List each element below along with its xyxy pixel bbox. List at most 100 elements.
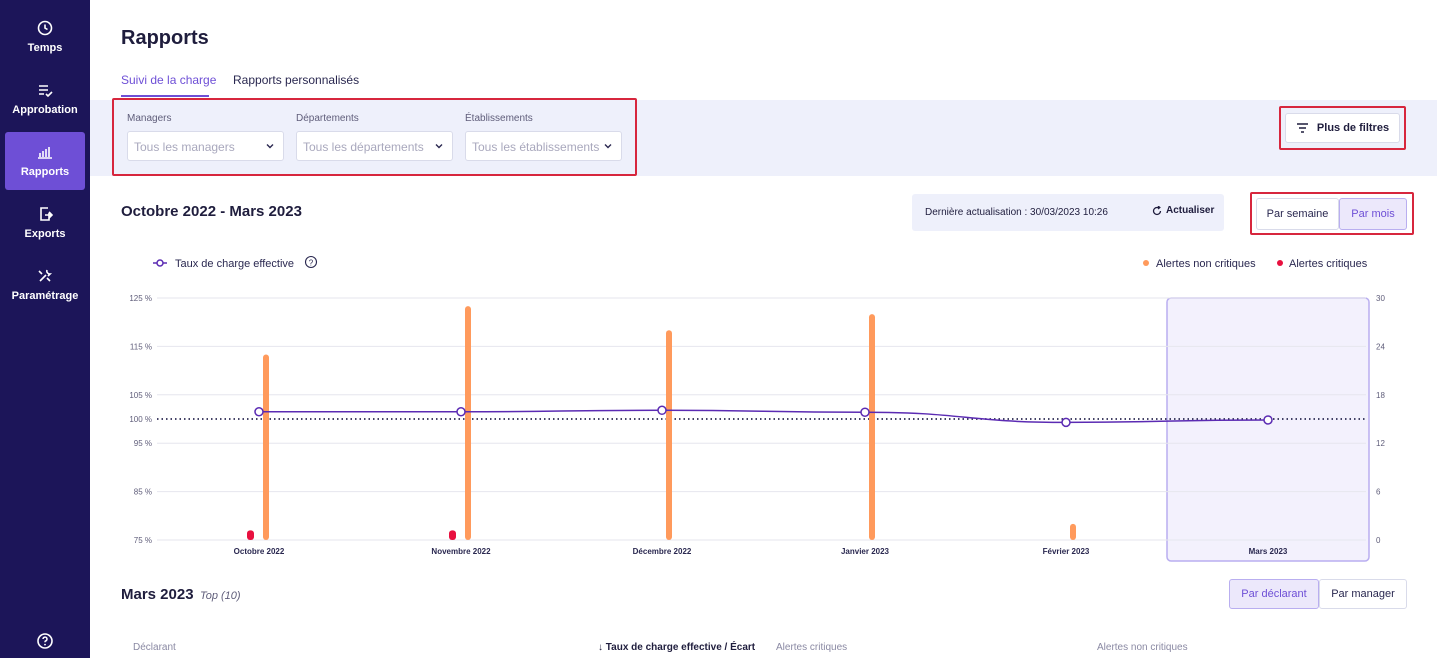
managers-label: Managers	[127, 113, 172, 124]
more-filters-button[interactable]: Plus de filtres	[1285, 113, 1400, 143]
bar-critical[interactable]	[247, 530, 254, 540]
chevron-down-icon	[604, 144, 612, 149]
svg-text:?: ?	[309, 259, 314, 268]
right-axis-tick: 30	[1376, 294, 1385, 303]
line-point[interactable]	[657, 405, 667, 416]
sidebar-item-label: Approbation	[12, 104, 78, 116]
line-point[interactable]	[1263, 415, 1273, 425]
line-point[interactable]	[254, 406, 264, 417]
detail-title: Mars 2023	[121, 586, 194, 603]
legend-orange-label: Alertes non critiques	[1156, 258, 1256, 270]
etablissements-select[interactable]: Tous les établissements	[465, 131, 622, 161]
right-axis-tick: 18	[1376, 391, 1385, 400]
chart-bars	[247, 306, 1076, 540]
selected-month-highlight[interactable]	[1166, 297, 1370, 562]
chart-gridlines	[157, 297, 1370, 562]
tab-suivi-charge[interactable]: Suivi de la charge	[121, 73, 216, 87]
sort-down-icon: ↓	[598, 642, 603, 653]
by-declarant-toggle[interactable]: Par déclarant	[1229, 579, 1319, 609]
refresh-label: Actualiser	[1166, 205, 1215, 216]
chevron-down-icon	[435, 144, 443, 149]
right-axis-tick: 6	[1376, 488, 1381, 497]
sidebar-item-temps[interactable]: Temps	[5, 8, 85, 66]
sidebar-item-label: Temps	[27, 42, 63, 54]
column-header-non-critiques[interactable]: Alertes non critiques	[1097, 642, 1188, 653]
x-axis-label: Décembre 2022	[633, 547, 692, 556]
chevron-down-icon	[266, 144, 274, 149]
line-taux-charge	[259, 409, 1269, 424]
column-header-critiques[interactable]: Alertes critiques	[776, 642, 847, 653]
sidebar-item-label: Paramétrage	[11, 290, 79, 302]
sidebar-item-rapports[interactable]: Rapports	[5, 132, 85, 190]
legend-red-dot	[1277, 260, 1283, 266]
x-axis-label: Novembre 2022	[431, 547, 491, 556]
view-week-toggle[interactable]: Par semaine	[1256, 198, 1339, 230]
left-axis-tick: 85 %	[134, 488, 152, 497]
chart-line	[254, 405, 1273, 428]
bar-non-critical[interactable]	[465, 306, 471, 540]
checklist-icon	[39, 85, 53, 98]
right-axis-tick: 0	[1376, 536, 1381, 545]
more-filters-label: Plus de filtres	[1316, 122, 1390, 134]
chart-legend: Taux de charge effective? Alertes non cri…	[153, 255, 1368, 270]
tools-icon	[38, 269, 53, 282]
by-manager-toggle[interactable]: Par manager	[1319, 579, 1407, 609]
x-axis-label: Février 2023	[1043, 547, 1090, 556]
column-header-taux[interactable]: ↓ Taux de charge effective / Écart	[598, 642, 755, 653]
sidebar-item-exports[interactable]: Exports	[5, 194, 85, 252]
right-axis-tick: 12	[1376, 439, 1385, 448]
last-update-panel: Dernière actualisation : 30/03/2023 10:2…	[912, 194, 1224, 231]
refresh-icon	[1152, 205, 1162, 215]
sidebar-item-label: Exports	[24, 228, 66, 240]
bar-non-critical[interactable]	[666, 330, 672, 540]
last-update-text: Dernière actualisation : 30/03/2023 10:2…	[925, 207, 1108, 218]
sidebar-item-label: Rapports	[20, 166, 70, 178]
help-icon[interactable]: ?	[304, 255, 318, 269]
main-content: Rapports Suivi de la charge Rapports per…	[90, 0, 1437, 658]
departements-select-value: Tous les départements	[303, 140, 424, 154]
bar-non-critical[interactable]	[263, 354, 269, 540]
help-icon[interactable]	[36, 632, 54, 650]
etablissements-select-value: Tous les établissements	[472, 140, 600, 154]
refresh-button[interactable]: Actualiser	[1152, 205, 1214, 216]
line-point[interactable]	[456, 406, 466, 417]
column-header-taux-label: Taux de charge effective / Écart	[605, 642, 756, 653]
export-icon	[40, 207, 53, 221]
chart-x-labels: Octobre 2022 Novembre 2022 Décembre 2022 Ja…	[234, 547, 1288, 556]
x-axis-label: Mars 2023	[1249, 547, 1288, 556]
clock-icon	[37, 20, 53, 36]
active-tab-indicator	[121, 95, 209, 97]
left-axis-tick: 95 %	[134, 439, 152, 448]
left-axis-tick: 105 %	[129, 391, 152, 400]
left-axis-tick: 115 %	[130, 342, 152, 351]
line-point[interactable]	[860, 407, 870, 417]
legend-red-label: Alertes critiques	[1289, 258, 1368, 270]
detail-badge: Top (10)	[200, 590, 241, 602]
bar-non-critical[interactable]	[869, 314, 875, 540]
line-point[interactable]	[1061, 417, 1071, 428]
departements-select[interactable]: Tous les départements	[296, 131, 453, 161]
managers-select[interactable]: Tous les managers	[127, 131, 284, 161]
sidebar: Temps Approbation Rapports Exports Param…	[0, 0, 90, 658]
left-axis-tick: 75 %	[134, 536, 152, 545]
bar-non-critical[interactable]	[1070, 523, 1076, 540]
charge-chart: Taux de charge effective? Alertes non cri…	[129, 255, 1385, 562]
legend-line-label: Taux de charge effective	[175, 258, 294, 270]
period-title: Octobre 2022 - Mars 2023	[121, 203, 302, 220]
managers-select-value: Tous les managers	[134, 140, 235, 154]
column-header-declarant[interactable]: Déclarant	[133, 642, 176, 653]
right-axis-tick: 24	[1376, 342, 1385, 351]
tab-rapports-personnalises[interactable]: Rapports personnalisés	[233, 73, 359, 87]
x-axis-label: Octobre 2022	[234, 547, 285, 556]
etablissements-label: Établissements	[465, 113, 533, 124]
page-title: Rapports	[121, 27, 209, 49]
bar-critical[interactable]	[449, 530, 456, 540]
sidebar-item-parametrage[interactable]: Paramétrage	[5, 256, 85, 314]
view-month-toggle[interactable]: Par mois	[1339, 198, 1407, 230]
sidebar-item-approbation[interactable]: Approbation	[5, 70, 85, 128]
bar-chart-icon	[38, 147, 52, 159]
x-axis-label: Janvier 2023	[841, 547, 890, 556]
legend-orange-dot	[1143, 260, 1149, 266]
left-axis-tick: 125 %	[129, 294, 152, 303]
filter-icon	[1296, 123, 1308, 133]
